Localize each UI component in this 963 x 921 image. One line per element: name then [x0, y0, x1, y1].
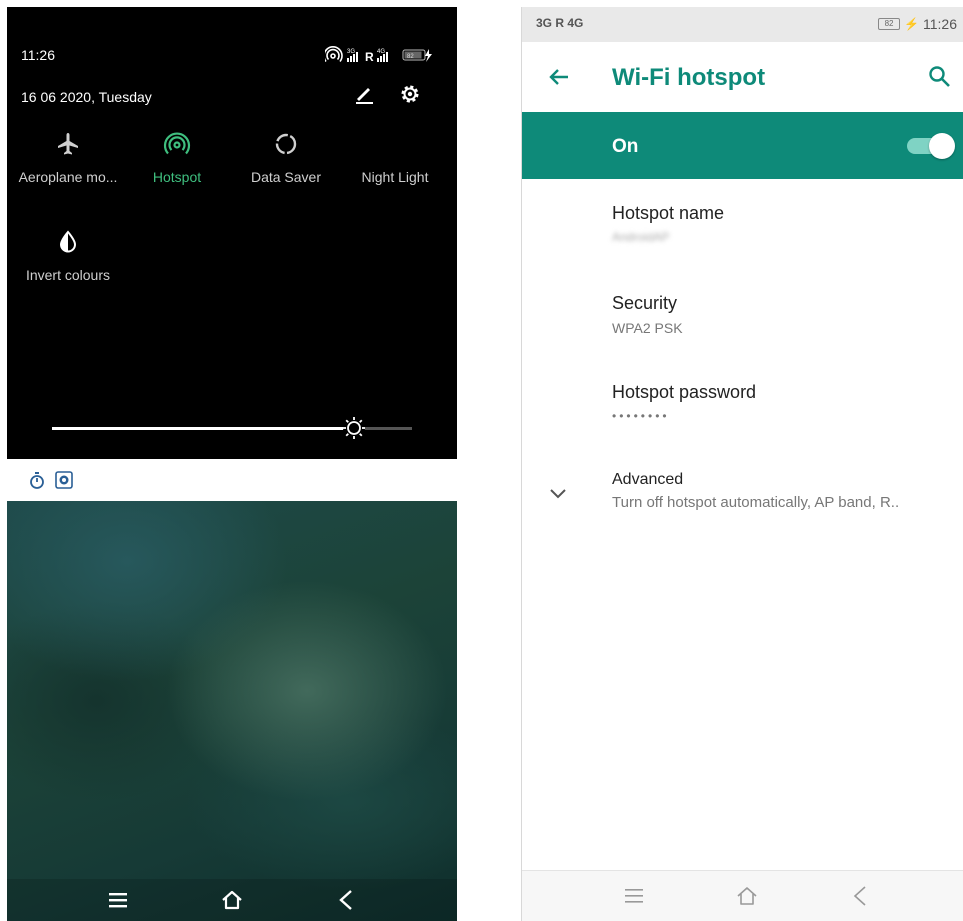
- right-phone-screen: 3G R 4G 82 ⚡ 11:26 Wi-Fi hotspot On Hots…: [521, 7, 963, 921]
- home-icon[interactable]: [220, 888, 244, 917]
- edit-icon[interactable]: [353, 83, 375, 110]
- left-phone-screen: 11:26 3G R 4G 82 16 06 2020, Tuesday Aer…: [7, 7, 457, 921]
- charging-icon: ⚡: [904, 17, 919, 31]
- setting-title: Hotspot name: [612, 203, 725, 223]
- quick-settings-panel: 11:26 3G R 4G 82 16 06 2020, Tuesday Aer…: [7, 7, 457, 459]
- back-icon[interactable]: [335, 888, 357, 917]
- arrow-left-icon[interactable]: [546, 64, 572, 95]
- tile-data-saver[interactable]: Data Saver: [230, 129, 342, 185]
- data-saver-icon: [275, 133, 297, 155]
- tile-label: Data Saver: [250, 169, 322, 185]
- notification-icons-strip: [7, 459, 457, 501]
- tile-hotspot[interactable]: Hotspot: [121, 129, 233, 185]
- brightness-icon[interactable]: [341, 415, 367, 441]
- tile-aeroplane-mode[interactable]: Aeroplane mo...: [12, 129, 124, 185]
- app-bar: Wi-Fi hotspot: [522, 42, 963, 112]
- hotspot-icon: [163, 132, 191, 155]
- menu-icon[interactable]: [107, 889, 129, 916]
- setting-title: Advanced: [612, 471, 684, 488]
- invert-colours-icon: [59, 230, 77, 253]
- toggle-thumb[interactable]: [929, 133, 955, 159]
- home-wallpaper: [7, 501, 457, 921]
- setting-title: Hotspot password: [612, 382, 757, 402]
- search-icon[interactable]: [927, 64, 953, 95]
- master-switch-bar[interactable]: On: [522, 112, 963, 179]
- home-icon[interactable]: [735, 884, 759, 913]
- setting-title: Security: [612, 293, 678, 313]
- signal-3g-icon: 3G: [347, 49, 358, 62]
- brightness-slider[interactable]: [52, 417, 412, 439]
- signal-indicators: 3G R 4G: [536, 16, 584, 30]
- tile-label: Invert colours: [25, 267, 111, 283]
- night-light-icon: [388, 134, 398, 154]
- airplane-icon: [58, 133, 78, 155]
- status-icons: 3G R 4G 82: [323, 45, 455, 65]
- setting-subtitle: AndroidAP: [612, 230, 670, 244]
- status-right: 82 ⚡ 11:26: [878, 16, 957, 32]
- back-icon[interactable]: [849, 884, 871, 913]
- setting-advanced[interactable]: Advanced Turn off hotspot automatically,…: [522, 471, 963, 531]
- status-bar: 3G R 4G 82 ⚡ 11:26: [522, 7, 963, 42]
- navigation-bar: [522, 870, 963, 921]
- brightness-fill: [52, 427, 355, 430]
- timer-icon: [29, 472, 45, 495]
- svg-text:R: R: [365, 50, 374, 64]
- setting-subtitle: WPA2 PSK: [612, 320, 683, 336]
- setting-hotspot-password[interactable]: Hotspot password ••••••••: [612, 382, 756, 423]
- status-date: 16 06 2020, Tuesday: [21, 89, 152, 105]
- navigation-bar: [7, 879, 457, 921]
- status-time: 11:26: [923, 16, 957, 32]
- screen-record-icon: [55, 471, 73, 494]
- tile-night-light[interactable]: Night Light: [339, 129, 451, 185]
- menu-icon[interactable]: [623, 885, 645, 912]
- master-switch-label: On: [612, 136, 639, 157]
- battery-icon: 82: [402, 49, 432, 62]
- battery-icon: 82: [878, 18, 901, 30]
- tile-label: Night Light: [361, 169, 429, 185]
- tile-invert-colours[interactable]: Invert colours: [12, 227, 124, 283]
- settings-icon[interactable]: [399, 83, 421, 110]
- signal-4g-icon: 4G: [377, 49, 388, 62]
- hotspot-icon: [323, 46, 343, 63]
- svg-text:82: 82: [407, 54, 414, 60]
- status-time: 11:26: [21, 47, 55, 63]
- tile-label: Aeroplane mo...: [18, 169, 118, 185]
- setting-hotspot-name[interactable]: Hotspot name AndroidAP: [612, 203, 724, 244]
- roaming-icon: R: [365, 50, 374, 64]
- page-title: Wi-Fi hotspot: [612, 64, 766, 91]
- tile-label: Hotspot: [152, 169, 202, 185]
- setting-subtitle: Turn off hotspot automatically, AP band,…: [612, 494, 900, 511]
- chevron-down-icon: [548, 487, 568, 506]
- setting-security[interactable]: Security WPA2 PSK: [612, 293, 683, 336]
- setting-subtitle: ••••••••: [612, 409, 670, 423]
